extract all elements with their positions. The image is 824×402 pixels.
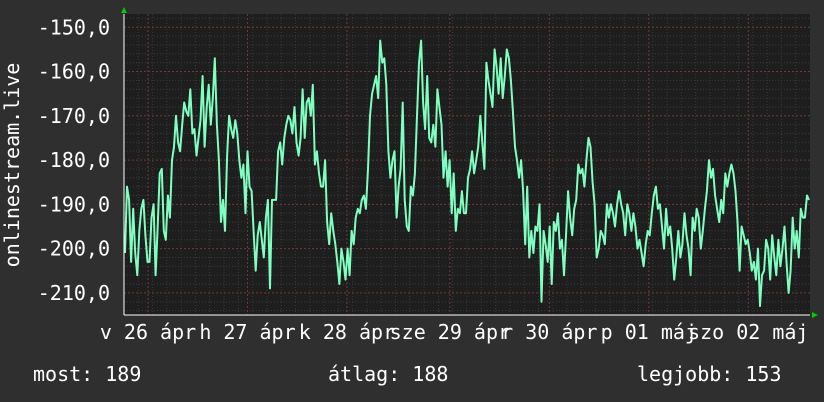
footer-current: most: 189 xyxy=(33,362,142,386)
y-tick-label: -190,0 xyxy=(38,192,110,216)
x-axis-arrow-icon xyxy=(812,312,818,318)
x-tick-label: sze 29 ápr xyxy=(390,320,510,344)
y-tick-label: -200,0 xyxy=(38,237,110,261)
line-chart: -150,0 -160,0 -170,0 -180,0 -190,0 -200,0 -210… xyxy=(0,7,818,344)
x-tick-label: k 28 ápr xyxy=(299,320,395,344)
y-tick-label: -170,0 xyxy=(38,104,110,128)
x-tick-label: szo 02 máj xyxy=(688,320,808,344)
y-axis-ticks: -150,0 -160,0 -170,0 -180,0 -190,0 -200,0 -210… xyxy=(38,15,110,305)
footer-average: átlag: 188 xyxy=(328,362,449,386)
x-tick-label: v 26 ápr xyxy=(100,320,196,344)
y-tick-label: -180,0 xyxy=(38,148,110,172)
y-tick-label: -160,0 xyxy=(38,60,110,84)
y-tick-label: -210,0 xyxy=(38,281,110,305)
x-tick-label: p 01 máj xyxy=(601,320,697,344)
x-tick-label: h 27 ápr xyxy=(199,320,295,344)
footer-best: legjobb: 153 xyxy=(637,362,782,386)
y-tick-label: -150,0 xyxy=(38,15,110,39)
x-axis-ticks: v 26 ápr h 27 ápr k 28 áprsze 29 áprr 30 á… xyxy=(100,320,809,344)
x-tick-label: r 30 ápr xyxy=(501,320,597,344)
y-axis-label: onlinestream.live xyxy=(0,63,24,268)
y-axis-arrow-icon xyxy=(121,7,127,13)
